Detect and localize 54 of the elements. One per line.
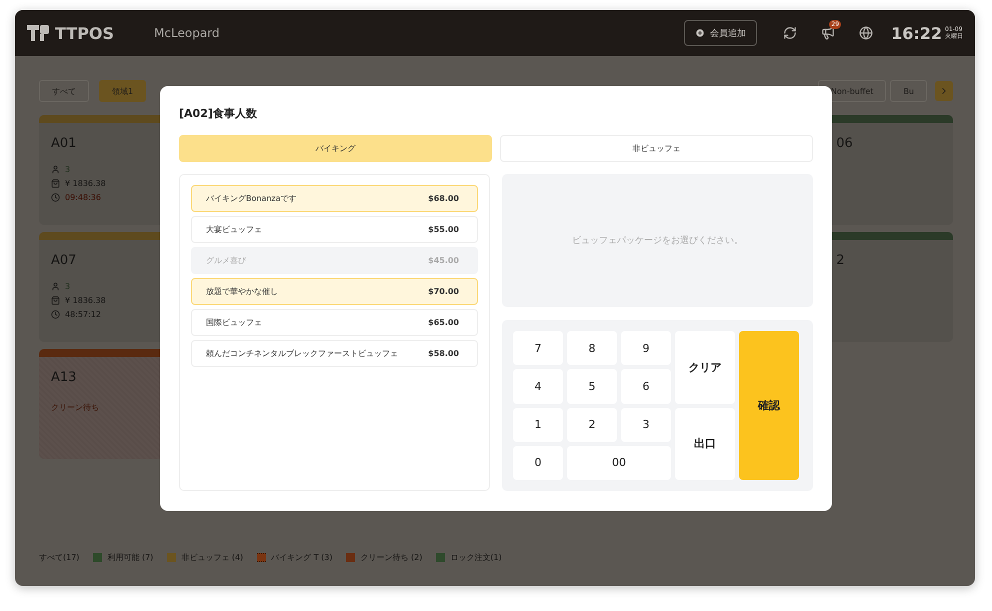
keypad-key[interactable]: 4 xyxy=(513,369,563,404)
clock-icon xyxy=(51,310,60,319)
timer: 48:57:12 xyxy=(65,310,101,319)
tab[interactable]: バイキング xyxy=(179,135,492,162)
status-text: クリーン待ち xyxy=(51,402,99,413)
keypad-key[interactable]: 6 xyxy=(621,369,671,404)
globe-icon[interactable] xyxy=(859,26,874,40)
plus-icon xyxy=(695,28,706,38)
tab[interactable]: 非ビュッフェ xyxy=(500,135,813,162)
package-price: $65.00 xyxy=(428,318,459,327)
keypad-key[interactable]: 2 xyxy=(567,408,617,442)
person-icon xyxy=(51,282,60,291)
add-member-button[interactable]: 会員追加 xyxy=(684,20,758,46)
package-name: 大宴ビュッフェ xyxy=(206,224,262,235)
logo-icon xyxy=(27,25,49,41)
keypad-key[interactable]: 9 xyxy=(621,331,671,366)
keypad-key[interactable]: 0 xyxy=(513,446,563,480)
package-item[interactable]: 大宴ビュッフェ $55.00 xyxy=(191,216,478,243)
store-name: McLeopard xyxy=(154,26,220,40)
package-price: $58.00 xyxy=(428,349,459,358)
refresh-icon[interactable] xyxy=(783,26,798,40)
clock-time: 16:22 xyxy=(891,24,942,42)
keypad-key[interactable]: 3 xyxy=(621,408,671,442)
brand-name: TTPOS xyxy=(55,24,114,42)
package-item[interactable]: 放題で華やかな催し $70.00 xyxy=(191,278,478,305)
package-price: $45.00 xyxy=(428,256,459,265)
package-price: $68.00 xyxy=(428,194,459,203)
hint-text: ビュッフェパッケージをお選びください。 xyxy=(572,234,743,247)
package-price: $55.00 xyxy=(428,225,459,234)
table-number: 06 xyxy=(836,136,853,151)
package-price: $70.00 xyxy=(428,287,459,296)
bag-icon xyxy=(51,179,60,188)
amount: ¥ 1836.38 xyxy=(65,179,106,188)
megaphone-icon[interactable] xyxy=(821,26,836,40)
confirm-button[interactable]: 確認 xyxy=(739,331,799,480)
table-number: A01 xyxy=(51,136,76,151)
clear-button[interactable]: クリア xyxy=(675,331,735,404)
person-icon xyxy=(51,165,60,174)
keypad-key[interactable]: 00 xyxy=(567,446,671,480)
package-item[interactable]: 頼んだコンチネンタルブレックファーストビュッフェ $58.00 xyxy=(191,340,478,367)
table-number: A07 xyxy=(51,253,76,268)
package-item[interactable]: 国際ビュッフェ $65.00 xyxy=(191,309,478,336)
keypad-key[interactable]: 8 xyxy=(567,331,617,366)
exit-button[interactable]: 出口 xyxy=(675,408,735,480)
amount: ¥ 1836.38 xyxy=(65,296,106,305)
keypad-key[interactable]: 7 xyxy=(513,331,563,366)
table-number: A13 xyxy=(51,370,76,385)
keypad-key[interactable]: 5 xyxy=(567,369,617,404)
package-item[interactable]: バイキングBonanzaです $68.00 xyxy=(191,185,478,212)
timer: 09:48:36 xyxy=(65,193,101,202)
keypad-key[interactable]: 1 xyxy=(513,408,563,442)
clock-icon xyxy=(51,193,60,202)
table-number: 2 xyxy=(836,253,844,268)
bag-icon xyxy=(51,296,60,305)
